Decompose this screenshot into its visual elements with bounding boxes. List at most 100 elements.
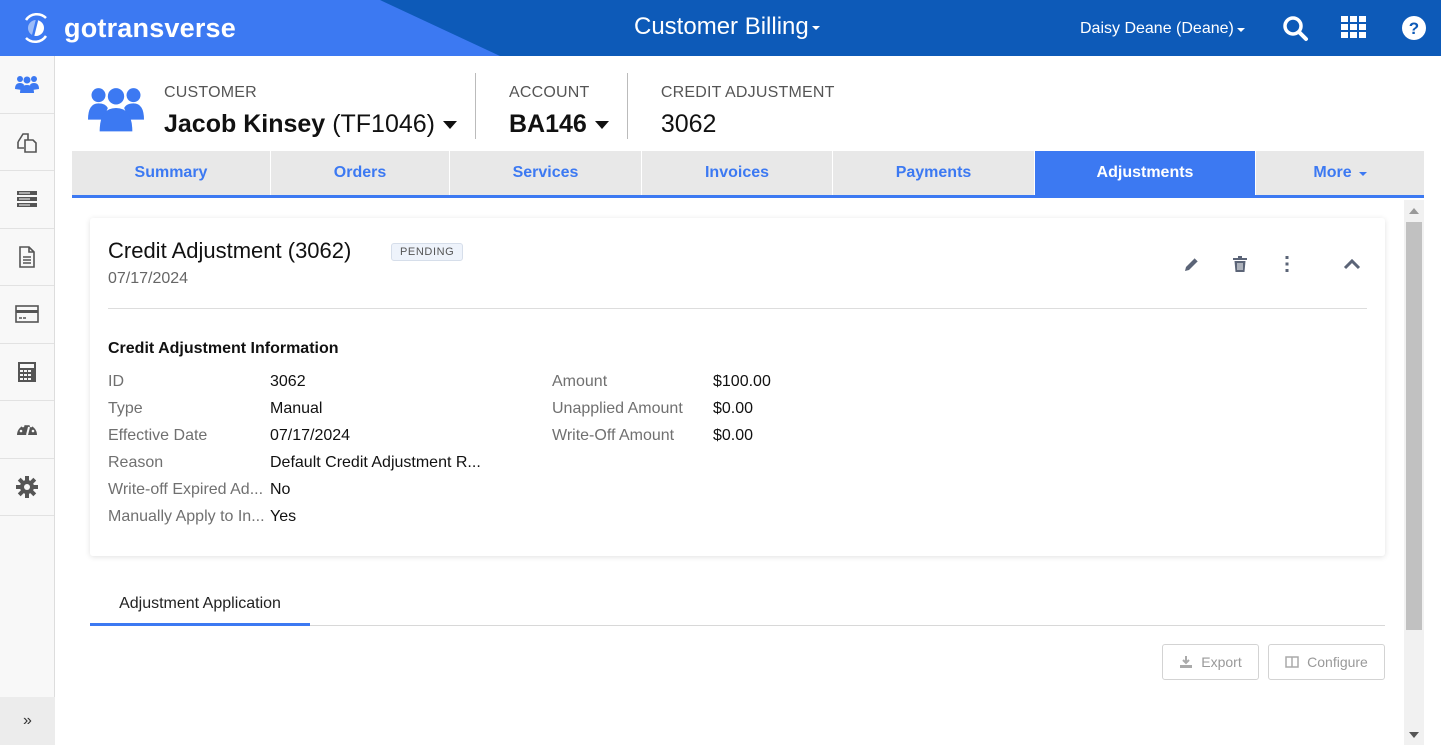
- field-value: $0.00: [713, 427, 754, 444]
- edit-button[interactable]: [1182, 254, 1202, 274]
- field-label: Write-off Expired Ad...: [108, 481, 264, 498]
- credit-adjustment-value: 3062: [660, 110, 717, 138]
- trash-icon: [1233, 256, 1247, 272]
- user-name: Daisy Deane (Deane): [1080, 20, 1234, 37]
- customer-label: CUSTOMER: [164, 84, 257, 101]
- tab-services[interactable]: Services: [450, 151, 642, 195]
- vertical-scrollbar[interactable]: [1404, 200, 1424, 745]
- tab-orders[interactable]: Orders: [271, 151, 450, 195]
- field-value: Manual: [270, 400, 323, 417]
- gotransverse-logo-icon: [24, 13, 48, 43]
- divider: [626, 73, 628, 139]
- adjustment-context: CREDIT ADJUSTMENT 3062: [661, 76, 853, 140]
- columns-icon: [1285, 656, 1299, 668]
- chevron-up-icon: [1343, 258, 1361, 270]
- field-value: No: [270, 481, 291, 498]
- sub-tabs: Adjustment Application: [90, 585, 1385, 626]
- main-tabs: Summary Orders Services Invoices Payment…: [72, 151, 1424, 198]
- subtab-adjustment-application[interactable]: Adjustment Application: [90, 585, 310, 626]
- context-header: CUSTOMER Jacob Kinsey (TF1046) ACCOUNT B…: [88, 73, 853, 140]
- customer-users-icon: [88, 88, 144, 132]
- scroll-thumb[interactable]: [1406, 222, 1422, 630]
- export-label: Export: [1201, 654, 1242, 670]
- credit-card-icon: [15, 305, 39, 324]
- field-label: Amount: [552, 373, 608, 390]
- tab-more[interactable]: More: [1256, 151, 1424, 195]
- field-value: $0.00: [713, 400, 754, 417]
- document-icon: [19, 245, 35, 268]
- configure-label: Configure: [1307, 654, 1368, 670]
- sidebar-item-services[interactable]: [0, 171, 54, 229]
- account-context: ACCOUNT BA146: [509, 76, 627, 140]
- brand-name: gotransverse: [64, 12, 236, 43]
- copy-icon: [17, 132, 37, 153]
- field-label: Manually Apply to In...: [108, 508, 265, 525]
- scroll-down-arrow-icon[interactable]: [1409, 732, 1419, 738]
- double-chevron-right-icon: »: [23, 712, 32, 729]
- sidebar: »: [0, 56, 55, 745]
- search-button[interactable]: [1281, 14, 1309, 42]
- search-icon: [1283, 16, 1308, 41]
- credit-adjustment-label: CREDIT ADJUSTMENT: [660, 84, 835, 101]
- sidebar-item-orders[interactable]: [0, 114, 54, 171]
- help-button[interactable]: ?: [1400, 14, 1428, 42]
- delete-button[interactable]: [1230, 254, 1250, 274]
- field-label: ID: [108, 373, 124, 390]
- field-value: $100.00: [713, 373, 771, 390]
- divider: [475, 73, 476, 139]
- apps-grid-button[interactable]: [1340, 14, 1368, 42]
- sidebar-item-invoices[interactable]: [0, 229, 54, 286]
- collapse-button[interactable]: [1342, 254, 1362, 274]
- sidebar-item-calculator[interactable]: [0, 344, 54, 401]
- gauge-icon: [17, 422, 37, 436]
- users-icon: [15, 76, 39, 94]
- field-value: Default Credit Adjustment R...: [270, 454, 481, 471]
- svg-text:?: ?: [1409, 19, 1419, 38]
- top-navigation-bar: gotransverse Customer Billing Daisy Dean…: [0, 0, 1441, 56]
- card-divider: [108, 308, 1367, 309]
- app-switcher-dropdown[interactable]: Customer Billing: [634, 13, 820, 41]
- sidebar-item-dashboard[interactable]: [0, 401, 54, 459]
- field-label: Effective Date: [108, 427, 208, 444]
- sidebar-item-settings[interactable]: [0, 459, 54, 516]
- sidebar-item-customers[interactable]: [0, 56, 54, 114]
- customer-id: (TF1046): [332, 110, 435, 138]
- card-title: Credit Adjustment (3062): [108, 238, 352, 263]
- account-selector[interactable]: BA146: [509, 110, 609, 139]
- brand-logo[interactable]: gotransverse: [18, 10, 236, 46]
- scroll-up-arrow-icon[interactable]: [1409, 208, 1419, 214]
- caret-down-icon: [443, 120, 457, 129]
- caret-down-icon: [1236, 28, 1245, 32]
- caret-down-icon: [1358, 172, 1367, 176]
- customer-selector[interactable]: Jacob Kinsey (TF1046): [164, 110, 457, 139]
- field-label: Type: [108, 400, 143, 417]
- more-actions-button[interactable]: [1277, 254, 1297, 274]
- caret-down-icon: [811, 26, 820, 30]
- sidebar-item-payments[interactable]: [0, 286, 54, 344]
- caret-down-icon: [594, 120, 609, 129]
- field-value: Yes: [270, 508, 297, 525]
- configure-button[interactable]: Configure: [1268, 644, 1385, 680]
- tab-payments[interactable]: Payments: [833, 151, 1035, 195]
- customer-name: Jacob Kinsey: [164, 110, 326, 138]
- download-icon: [1180, 656, 1193, 668]
- customer-context: CUSTOMER Jacob Kinsey (TF1046): [164, 76, 475, 140]
- credit-adjustment-card: Credit Adjustment (3062) PENDING 07/17/2…: [90, 218, 1385, 556]
- tab-adjustments[interactable]: Adjustments: [1035, 151, 1256, 195]
- export-button[interactable]: Export: [1162, 644, 1259, 680]
- apps-grid-icon: [1341, 16, 1366, 38]
- sidebar-expand-button[interactable]: »: [0, 697, 55, 745]
- tab-summary[interactable]: Summary: [72, 151, 271, 195]
- help-icon: ?: [1402, 16, 1426, 40]
- field-label: Reason: [108, 454, 164, 471]
- field-label: Unapplied Amount: [552, 400, 683, 417]
- status-badge: PENDING: [391, 243, 464, 261]
- user-menu-dropdown[interactable]: Daisy Deane (Deane): [1080, 20, 1245, 38]
- tab-invoices[interactable]: Invoices: [642, 151, 833, 195]
- account-value: BA146: [509, 110, 587, 138]
- field-label: Write-Off Amount: [552, 427, 675, 444]
- gear-icon: [16, 475, 38, 498]
- section-title: Credit Adjustment Information: [108, 340, 339, 357]
- account-label: ACCOUNT: [509, 84, 590, 101]
- field-value: 07/17/2024: [270, 427, 351, 444]
